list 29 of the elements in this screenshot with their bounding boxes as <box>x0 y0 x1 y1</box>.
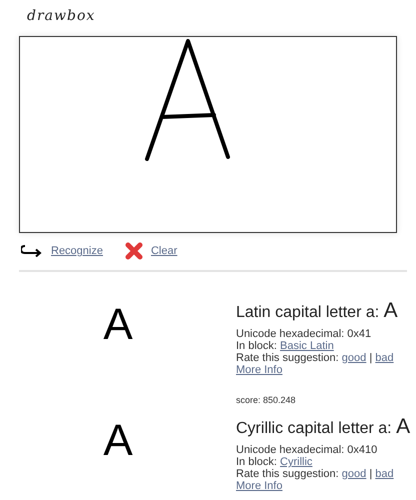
block-link[interactable]: Basic Latin <box>280 340 334 352</box>
app-title: drawbox <box>26 7 96 26</box>
rate-label: Rate this suggestion: <box>236 352 339 364</box>
more-info-link[interactable]: More Info <box>236 364 282 376</box>
drawing-canvas[interactable] <box>19 36 397 233</box>
separator: | <box>369 468 372 480</box>
unicode-hex: Unicode hexadecimal: 0x41 <box>236 328 372 340</box>
more-info-link[interactable]: More Info <box>236 480 282 492</box>
character-preview: A <box>102 300 134 351</box>
character-name: Latin capital letter a: <box>236 304 380 321</box>
bad-link[interactable]: bad <box>375 352 394 364</box>
bad-link[interactable]: bad <box>375 468 394 480</box>
block-label: In block: <box>236 456 277 468</box>
block-label: In block: <box>236 340 277 352</box>
clear-link[interactable]: Clear <box>150 245 178 257</box>
recognize-link[interactable]: Recognize <box>51 245 103 257</box>
good-link[interactable]: good <box>342 468 366 480</box>
rate-label: Rate this suggestion: <box>236 468 339 480</box>
character-glyph: A <box>384 299 398 322</box>
good-link[interactable]: good <box>342 352 366 364</box>
separator: | <box>369 352 372 364</box>
character-glyph: A <box>396 415 410 438</box>
character-preview: A <box>102 416 134 467</box>
unicode-hex: Unicode hexadecimal: 0x410 <box>236 444 378 456</box>
block-link[interactable]: Cyrillic <box>280 456 312 468</box>
score-text: score: 850.248 <box>236 394 297 406</box>
character-name: Cyrillic capital letter a: <box>236 420 392 437</box>
hook-arrow-icon <box>21 245 43 257</box>
cross-icon <box>124 242 143 260</box>
